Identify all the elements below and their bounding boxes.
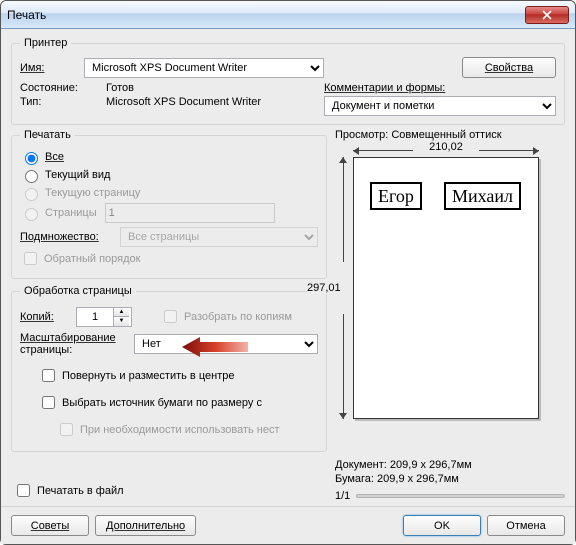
close-button[interactable] [525, 6, 569, 24]
radio-all[interactable] [25, 152, 38, 165]
handling-legend: Обработка страницы [20, 285, 136, 297]
copies-spinner[interactable]: ▲ ▼ [76, 307, 132, 327]
titlebar: Печать [1, 1, 575, 29]
status-label: Состояние: [20, 82, 102, 94]
scaling-label2: страницы: [20, 344, 130, 356]
reverse-label: Обратный порядок [44, 253, 140, 265]
rotate-center-row[interactable]: Повернуть и разместить в центре [38, 366, 318, 385]
footer-bar: Советы Дополнительно OK Отмена [1, 506, 575, 544]
printer-select[interactable]: Microsoft XPS Document Writer [84, 58, 324, 78]
scaling-select[interactable]: Нет [134, 334, 318, 354]
tips-button[interactable]: Советы [11, 515, 89, 536]
range-legend: Печатать [20, 129, 75, 141]
preview-label: Просмотр: Совмещенный оттиск [335, 129, 565, 141]
paper-dimensions: Бумага: 209,9 x 296,7мм [335, 472, 565, 486]
radio-pages-label: Страницы [45, 207, 97, 219]
copies-input[interactable] [77, 308, 113, 326]
window-title: Печать [7, 8, 525, 22]
commforms-select[interactable]: Документ и пометки [324, 96, 556, 116]
reverse-row: Обратный порядок [20, 249, 318, 268]
commforms-label: Комментарии и формы: [324, 82, 445, 94]
collate-row: Разобрать по копиям [160, 307, 292, 326]
use-nest-row: При необходимости использовать нест [56, 420, 318, 439]
preview-page: Егор Михаил [353, 157, 539, 419]
print-to-file-row[interactable]: Печатать в файл [13, 481, 327, 500]
use-nest-label: При необходимости использовать нест [80, 424, 280, 436]
scaling-label1: Масштабирование [20, 332, 130, 344]
status-value: Готов [106, 82, 134, 94]
doc-dimensions: Документ: 209,9 x 296,7мм [335, 458, 565, 472]
preview-height-value: 297,01 [307, 282, 341, 294]
radio-all-label: Все [45, 151, 64, 163]
name-label: Имя: [20, 62, 80, 74]
radio-current-page [25, 188, 38, 201]
radio-all-row[interactable]: Все [20, 149, 318, 165]
page-slider[interactable] [356, 494, 565, 498]
copies-down[interactable]: ▼ [113, 317, 129, 326]
type-label: Тип: [20, 96, 102, 108]
paper-source-checkbox[interactable] [42, 396, 55, 409]
radio-current-view[interactable] [25, 170, 38, 183]
advanced-button[interactable]: Дополнительно [95, 515, 196, 536]
page-indicator: 1/1 [335, 490, 350, 502]
radio-pages [25, 208, 38, 221]
copies-up[interactable]: ▲ [113, 308, 129, 317]
rotate-center-checkbox[interactable] [42, 369, 55, 382]
type-value: Microsoft XPS Document Writer [106, 96, 261, 108]
properties-button[interactable]: Свойства [462, 57, 556, 78]
subset-select: Все страницы [120, 227, 318, 247]
print-to-file-label: Печатать в файл [37, 485, 124, 497]
radio-pages-row: Страницы [20, 203, 318, 223]
paper-source-label: Выбрать источник бумаги по размеру с [62, 397, 262, 409]
reverse-checkbox [24, 252, 37, 265]
printer-group: Принтер Имя: Microsoft XPS Document Writ… [11, 37, 565, 125]
close-icon [542, 10, 552, 20]
radio-current-view-label: Текущий вид [45, 169, 110, 181]
radio-current-page-row: Текущую страницу [20, 185, 318, 201]
copies-label: Копий: [20, 311, 72, 323]
rotate-center-label: Повернуть и разместить в центре [62, 370, 234, 382]
preview-box-2: Михаил [444, 182, 521, 210]
pages-input [105, 203, 275, 223]
subset-label: Подмножество: [20, 231, 116, 243]
collate-checkbox [164, 310, 177, 323]
collate-label: Разобрать по копиям [184, 311, 292, 323]
printer-legend: Принтер [20, 37, 71, 49]
range-group: Печатать Все Текущий вид Текущую страниц… [11, 129, 327, 279]
print-to-file-checkbox[interactable] [17, 484, 30, 497]
preview-box-1: Егор [370, 182, 422, 210]
use-nest-checkbox [60, 423, 73, 436]
paper-source-row[interactable]: Выбрать источник бумаги по размеру с [38, 393, 318, 412]
preview-width-value: 210,02 [425, 141, 467, 153]
handling-group: Обработка страницы Копий: ▲ ▼ Разобрать … [11, 285, 327, 452]
ok-button[interactable]: OK [403, 515, 481, 536]
preview-area: 210,02 297,01 Егор Михаил [335, 141, 565, 452]
radio-current-view-row[interactable]: Текущий вид [20, 167, 318, 183]
radio-current-page-label: Текущую страницу [45, 187, 140, 199]
cancel-button[interactable]: Отмена [487, 515, 565, 536]
